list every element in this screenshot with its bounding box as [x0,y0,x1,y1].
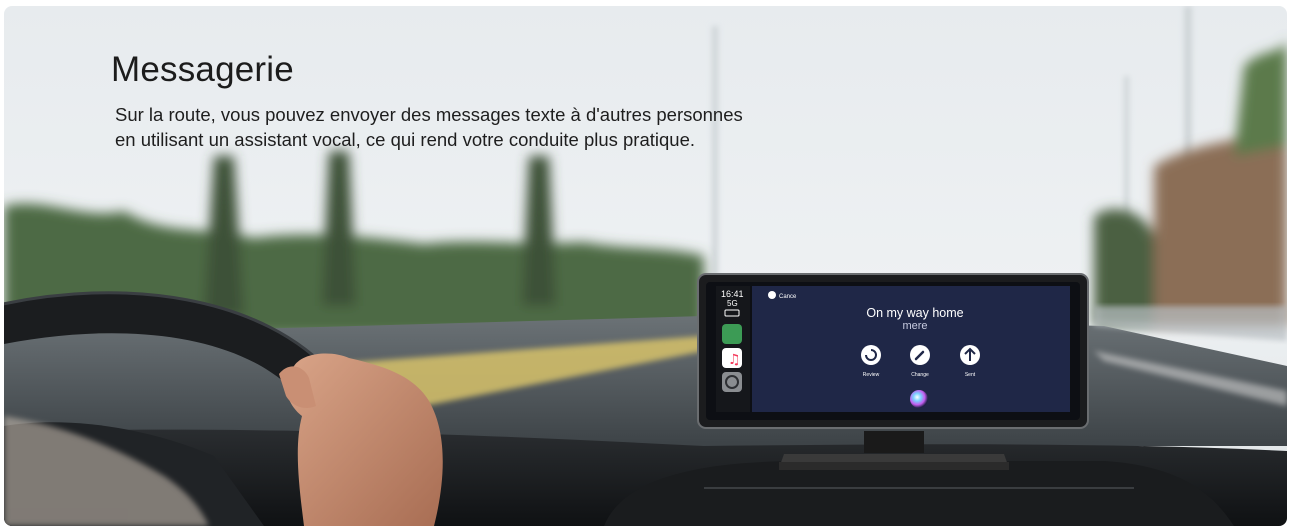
review-button[interactable] [861,345,881,365]
status-time: 16:41 [721,289,744,299]
svg-text:♫: ♫ [728,352,741,368]
send-label: Sent [965,372,976,378]
product-banner: 16:41 5G ♫ Cance On my way home mere Rev… [4,6,1287,526]
cancel-label[interactable]: Cance [779,294,797,300]
status-network: 5G [727,299,738,308]
siri-orb-icon[interactable] [910,390,928,408]
description-line-2: en utilisant un assistant vocal, ce qui … [115,129,696,150]
battery-icon [724,309,740,317]
banner-title: Messagerie [111,50,294,89]
review-label: Review [863,372,880,378]
maps-icon[interactable] [722,324,742,344]
message-text-partial: mere [902,320,927,332]
change-label: Change [911,372,929,378]
description-line-1: Sur la route, vous pouvez envoyer des me… [115,104,743,125]
banner-description: Sur la route, vous pouvez envoyer des me… [115,102,875,152]
message-text: On my way home [866,306,963,320]
cancel-icon[interactable] [768,291,776,299]
